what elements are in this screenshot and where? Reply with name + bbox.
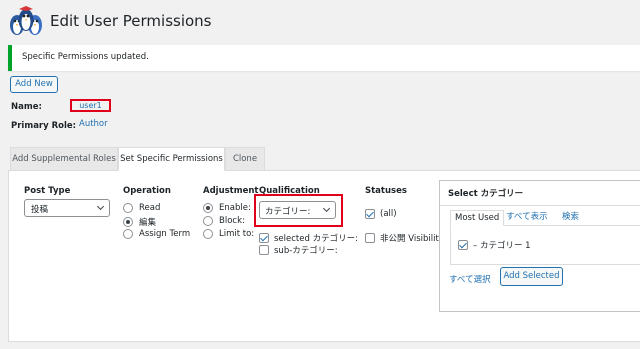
status-all-checkbox[interactable]: (all) [365,209,397,219]
status-private-checkbox[interactable]: 非公開 Visibility [365,232,444,244]
post-type-select[interactable]: 投稿 [24,199,110,217]
tab-add-supplemental-roles[interactable]: Add Supplemental Roles [10,147,118,171]
operation-edit-radio[interactable]: 編集 [123,216,156,228]
page-title: Edit User Permissions [50,12,212,30]
tab-show-all[interactable]: すべて表示 [502,210,552,226]
adjustment-limit-radio[interactable]: Limit to: [203,229,254,239]
app-logo-icon [8,6,44,39]
qualification-select[interactable]: カテゴリー: [259,201,336,219]
name-label: Name: [11,102,42,112]
tab-clone[interactable]: Clone [225,147,265,171]
qualification-value: カテゴリー: [265,207,311,217]
user-name-link[interactable]: user1 [70,99,111,112]
category-select-box: Select カテゴリー Most Used すべて表示 検索 – カテゴリー … [439,180,640,312]
success-notice: Specific Permissions updated. [8,45,640,71]
tab-most-used[interactable]: Most Used [450,210,505,226]
category-list: – カテゴリー 1 [450,225,640,265]
post-type-heading: Post Type [24,186,71,196]
category-box-title: Select カテゴリー [448,189,524,199]
add-new-button[interactable]: Add New [10,76,58,93]
post-type-value: 投稿 [31,205,49,215]
chevron-down-icon [96,202,105,211]
add-selected-button[interactable]: Add Selected [500,267,563,286]
operation-read-radio[interactable]: Read [123,203,160,213]
select-all-link[interactable]: すべて選択 [449,273,491,285]
category-item-checkbox[interactable]: – カテゴリー 1 [458,239,531,251]
adjustment-block-radio[interactable]: Block: [203,216,245,226]
chevron-down-icon [322,204,331,213]
divider [440,205,640,206]
tab-set-specific-permissions[interactable]: Set Specific Permissions [118,147,225,171]
primary-role-label: Primary Role: [11,121,77,131]
notice-text: Specific Permissions updated. [22,52,149,62]
selected-category-checkbox[interactable]: selected カテゴリー: [259,232,358,244]
adjustment-enable-radio[interactable]: Enable: [203,203,251,213]
operation-assign-term-radio[interactable]: Assign Term [123,229,190,239]
operation-heading: Operation [123,186,171,196]
tab-search[interactable]: 検索 [558,210,583,226]
primary-role-link[interactable]: Author [79,119,108,129]
adjustment-heading: Adjustment [203,186,259,196]
sub-category-checkbox[interactable]: sub-カテゴリー: [259,244,338,256]
statuses-heading: Statuses [365,186,407,196]
